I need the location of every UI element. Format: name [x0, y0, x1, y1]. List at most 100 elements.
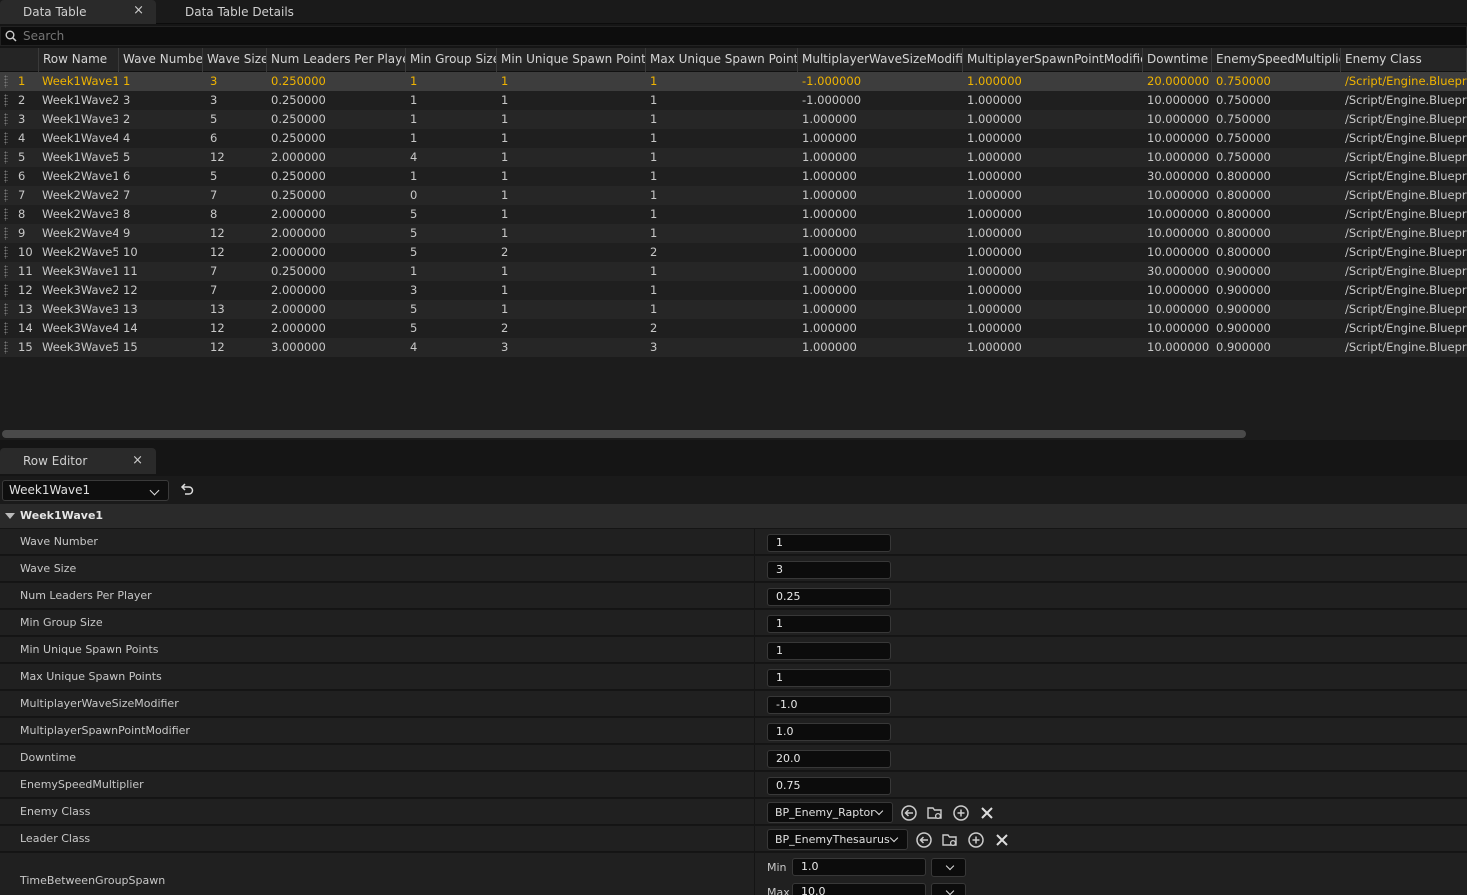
table-row[interactable]: 15 Week3Wave5 15 12 3.000000 4 3 3 1.000000 1.000…	[0, 338, 1467, 357]
table-cell: 1.000000	[967, 302, 1022, 316]
max-options-dropdown[interactable]	[931, 883, 966, 895]
browse-folder-icon[interactable]	[941, 831, 959, 849]
use-selected-icon[interactable]	[915, 831, 933, 849]
table-row[interactable]: 13 Week3Wave3 13 13 2.000000 5 1 1 1.000000 1.000…	[0, 300, 1467, 319]
row-select-dropdown[interactable]: Week1Wave1	[2, 480, 169, 501]
horizontal-scrollbar[interactable]	[0, 428, 1467, 440]
property-value-field[interactable]: 0.75	[767, 777, 891, 795]
table-cell: 14	[123, 321, 138, 335]
browse-folder-icon[interactable]	[926, 804, 944, 822]
column-header[interactable]: Downtime	[1143, 48, 1212, 72]
property-label: MultiplayerSpawnPointModifier	[20, 724, 190, 737]
drag-handle-icon[interactable]	[4, 113, 8, 126]
tab-row-editor[interactable]: Row Editor ×	[0, 448, 156, 474]
table-cell: /Script/Engine.Blueprint	[1345, 74, 1467, 88]
clear-icon[interactable]	[978, 804, 996, 822]
property-value-field[interactable]: 1	[767, 669, 891, 687]
drag-handle-icon[interactable]	[4, 151, 8, 164]
table-cell: 5	[410, 245, 418, 259]
column-header[interactable]: Wave Number	[119, 48, 203, 72]
table-cell: 30.000000	[1147, 264, 1210, 278]
column-header[interactable]: MultiplayerWaveSizeModifier	[798, 48, 963, 72]
search-input[interactable]	[23, 27, 1423, 45]
table-row[interactable]: 5 Week1Wave5 5 12 2.000000 4 1 1 1.000000 1.00000…	[0, 148, 1467, 167]
drag-handle-icon[interactable]	[4, 303, 8, 316]
property-value-field[interactable]: 0.25	[767, 588, 891, 606]
drag-handle-icon[interactable]	[4, 132, 8, 145]
table-row[interactable]: 14 Week3Wave4 14 12 2.000000 5 2 2 1.000000 1.000…	[0, 319, 1467, 338]
add-icon[interactable]	[967, 831, 985, 849]
row-name-cell: Week2Wave5	[42, 245, 118, 259]
close-icon[interactable]: ×	[133, 0, 144, 22]
drag-handle-icon[interactable]	[4, 246, 8, 259]
tab-data-table-details[interactable]: Data Table Details	[160, 0, 320, 24]
tab-data-table[interactable]: Data Table ×	[0, 0, 156, 24]
column-header[interactable]: Enemy Class	[1341, 48, 1467, 72]
column-header[interactable]: Wave Size	[203, 48, 267, 72]
property-row: Wave Number 1	[0, 529, 1467, 555]
drag-handle-icon[interactable]	[4, 341, 8, 354]
table-cell: 1	[410, 93, 418, 107]
table-row[interactable]: 12 Week3Wave2 12 7 2.000000 3 1 1 1.000000 1.0000…	[0, 281, 1467, 300]
column-header[interactable]: Min Unique Spawn Points	[497, 48, 646, 72]
table-cell: 1.000000	[967, 264, 1022, 278]
drag-handle-icon[interactable]	[4, 75, 8, 88]
column-header[interactable]: Max Unique Spawn Points	[646, 48, 798, 72]
table-cell: 1.000000	[967, 245, 1022, 259]
drag-handle-icon[interactable]	[4, 94, 8, 107]
drag-handle-icon[interactable]	[4, 227, 8, 240]
row-name-cell: Week3Wave2	[42, 283, 118, 297]
drag-handle-icon[interactable]	[4, 189, 8, 202]
table-cell: 0.800000	[1216, 188, 1271, 202]
min-value-field[interactable]: 1.0	[792, 858, 926, 876]
max-value-field[interactable]: 10.0	[792, 883, 926, 895]
table-cell: 1	[650, 226, 658, 240]
property-label: Num Leaders Per Player	[20, 589, 152, 602]
table-row[interactable]: 9 Week2Wave4 9 12 2.000000 5 1 1 1.000000 1.00000…	[0, 224, 1467, 243]
add-icon[interactable]	[952, 804, 970, 822]
table-row[interactable]: 4 Week1Wave4 4 6 0.250000 1 1 1 1.000000 1.000000…	[0, 129, 1467, 148]
scrollbar-thumb[interactable]	[2, 430, 1246, 438]
table-row[interactable]: 11 Week3Wave1 11 7 0.250000 1 1 1 1.000000 1.0000…	[0, 262, 1467, 281]
chevron-down-icon	[945, 861, 955, 871]
row-name-cell: Week1Wave4	[42, 131, 118, 145]
table-row[interactable]: 2 Week1Wave2 3 3 0.250000 1 1 1 -1.000000 1.00000…	[0, 91, 1467, 110]
table-cell: 1	[501, 226, 509, 240]
drag-handle-icon[interactable]	[4, 170, 8, 183]
drag-handle-icon[interactable]	[4, 284, 8, 297]
property-value-field[interactable]: 1	[767, 642, 891, 660]
property-value-field[interactable]: 20.0	[767, 750, 891, 768]
table-row[interactable]: 1 Week1Wave1 1 3 0.250000 1 1 1 -1.000000 1.00000…	[0, 72, 1467, 91]
column-header[interactable]: MultiplayerSpawnPointModifier	[963, 48, 1143, 72]
leader-class-picker[interactable]: BP_EnemyThesaurus	[767, 829, 908, 850]
enemy-class-picker[interactable]: BP_Enemy_Raptor	[767, 802, 893, 823]
column-header[interactable]: Num Leaders Per Player	[267, 48, 406, 72]
row-name-cell: Week3Wave3	[42, 302, 118, 316]
table-row[interactable]: 10 Week2Wave5 10 12 2.000000 5 2 2 1.000000 1.000…	[0, 243, 1467, 262]
min-options-dropdown[interactable]	[931, 858, 966, 877]
reset-icon[interactable]	[178, 482, 196, 498]
property-value-field[interactable]: 1	[767, 534, 891, 552]
clear-icon[interactable]	[993, 831, 1011, 849]
use-selected-icon[interactable]	[900, 804, 918, 822]
column-header[interactable]: Min Group Size	[406, 48, 497, 72]
column-header[interactable]: Row Name	[39, 48, 119, 72]
property-value-field[interactable]: 3	[767, 561, 891, 579]
property-value-field[interactable]: -1.0	[767, 696, 891, 714]
drag-handle-icon[interactable]	[4, 322, 8, 335]
row-section-header[interactable]: Week1Wave1	[0, 504, 1467, 528]
drag-handle-icon[interactable]	[4, 208, 8, 221]
table-row[interactable]: 7 Week2Wave2 7 7 0.250000 0 1 1 1.000000 1.000000…	[0, 186, 1467, 205]
property-row: Min Unique Spawn Points 1	[0, 637, 1467, 663]
close-icon[interactable]: ×	[132, 453, 143, 468]
collapse-triangle-icon[interactable]	[5, 513, 15, 519]
column-header[interactable]: EnemySpeedMultiplier	[1212, 48, 1341, 72]
table-row[interactable]: 3 Week1Wave3 2 5 0.250000 1 1 1 1.000000 1.000000…	[0, 110, 1467, 129]
drag-handle-icon[interactable]	[4, 265, 8, 278]
table-cell: 1.000000	[802, 302, 857, 316]
table-row[interactable]: 8 Week2Wave3 8 8 2.000000 5 1 1 1.000000 1.000000…	[0, 205, 1467, 224]
property-value-field[interactable]: 1.0	[767, 723, 891, 741]
property-value-field[interactable]: 1	[767, 615, 891, 633]
property-row: MultiplayerSpawnPointModifier 1.0	[0, 718, 1467, 744]
table-row[interactable]: 6 Week2Wave1 6 5 0.250000 1 1 1 1.000000 1.000000…	[0, 167, 1467, 186]
